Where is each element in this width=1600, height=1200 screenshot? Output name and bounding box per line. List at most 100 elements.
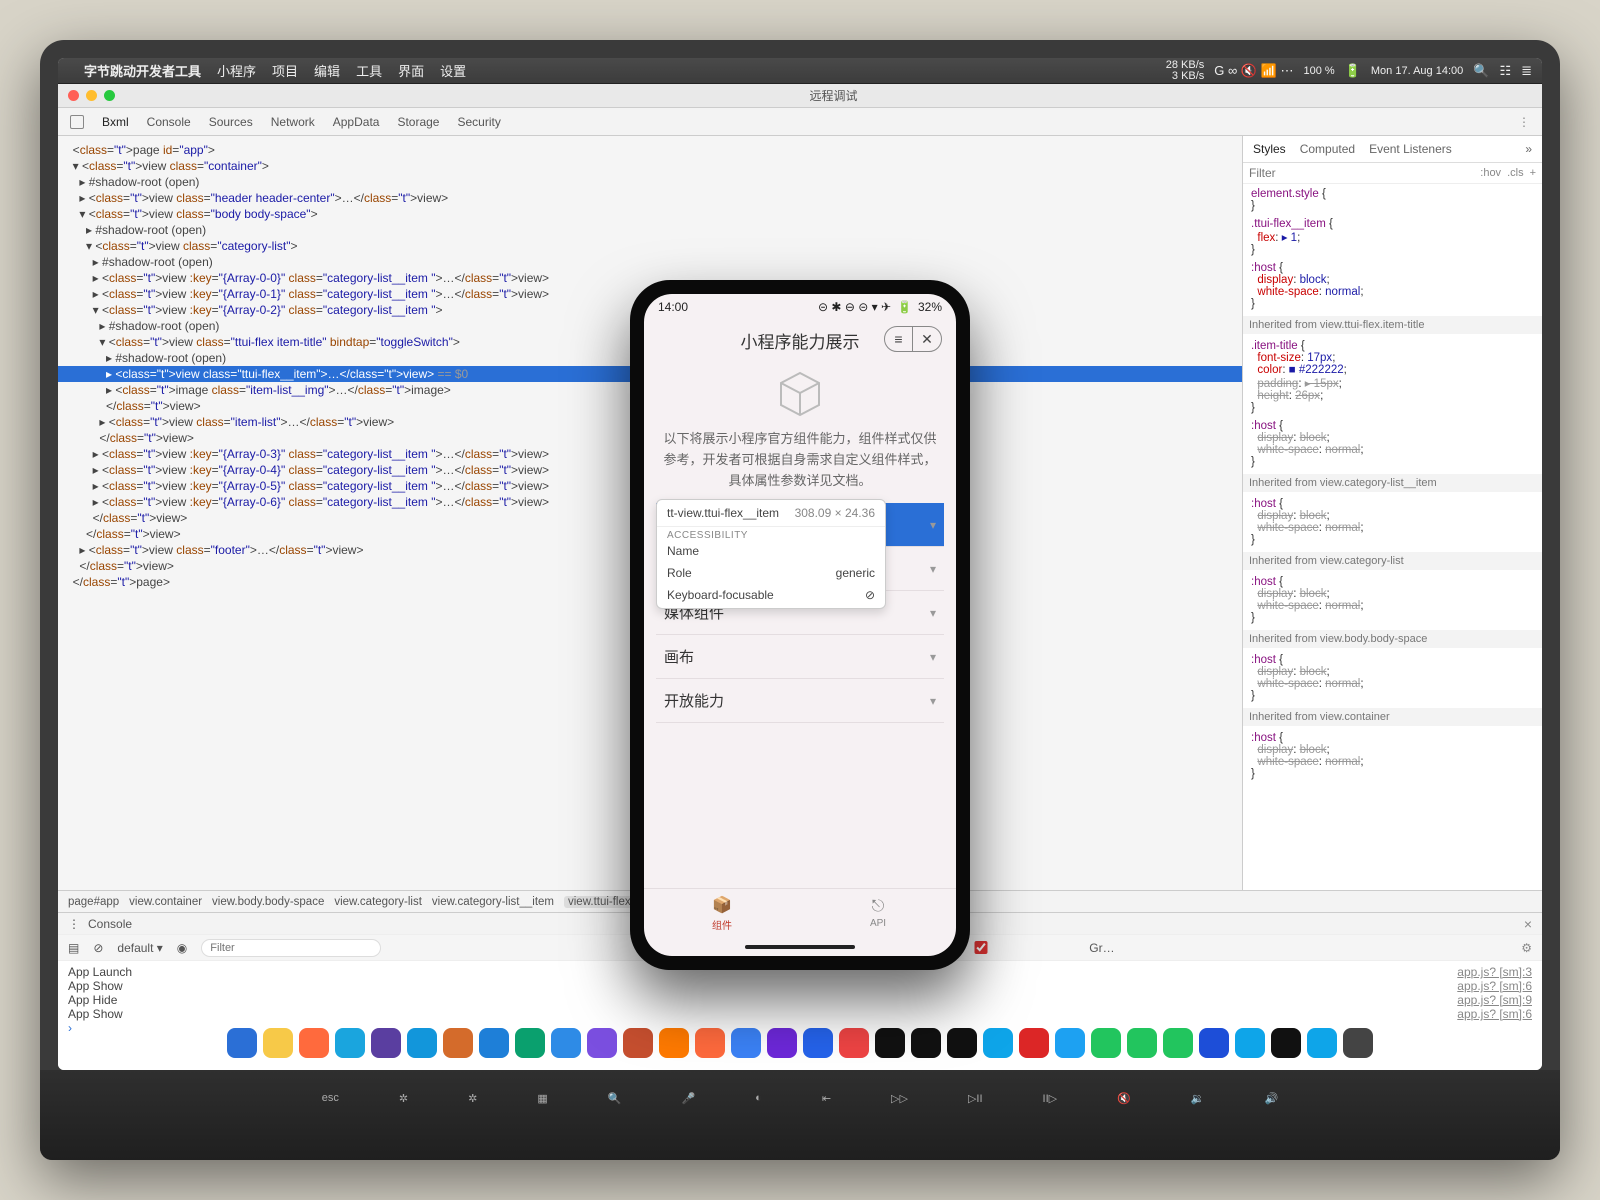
style-block[interactable]: :host { … display: block; white-space: n… xyxy=(1251,732,1534,780)
devtools-more-icon[interactable]: ⋮ xyxy=(1518,115,1530,129)
style-rules[interactable]: element.style { }.ttui-flex__item { … fl… xyxy=(1243,184,1542,890)
style-block[interactable]: :host { … display: block; white-space: n… xyxy=(1251,420,1534,468)
dom-line[interactable]: <class="t">page id="app"> xyxy=(58,142,1242,158)
dock-app-13[interactable] xyxy=(695,1028,725,1058)
devtools-tab-appdata[interactable]: AppData xyxy=(333,115,380,129)
devtools-tab-bxml[interactable]: Bxml xyxy=(102,115,129,129)
dock-app-26[interactable] xyxy=(1163,1028,1193,1058)
dock-app-8[interactable] xyxy=(515,1028,545,1058)
phone-capsule[interactable]: ≡ ✕ xyxy=(884,326,942,352)
dock-app-5[interactable] xyxy=(407,1028,437,1058)
console-sidebar-icon[interactable]: ▤ xyxy=(68,941,79,955)
console-close-icon[interactable]: × xyxy=(1524,916,1532,932)
side-more-icon[interactable]: » xyxy=(1525,142,1532,156)
menu-编辑[interactable]: 编辑 xyxy=(314,61,340,80)
style-block[interactable]: :host { … display: block; white-space: n… xyxy=(1251,654,1534,702)
dock-app-29[interactable] xyxy=(1271,1028,1301,1058)
cls-button[interactable]: .cls xyxy=(1507,167,1524,179)
add-rule-button[interactable]: + xyxy=(1530,167,1536,179)
console-row[interactable]: App Hideapp.js? [sm]:9 xyxy=(68,993,1532,1007)
traffic-lights[interactable] xyxy=(58,90,125,101)
style-block[interactable]: .ttui-flex__item { … flex: ▸ 1;} xyxy=(1251,218,1534,256)
dock-app-19[interactable] xyxy=(911,1028,941,1058)
dom-line[interactable]: ▾ <class="t">view class="container"> xyxy=(58,158,1242,174)
dock-app-27[interactable] xyxy=(1199,1028,1229,1058)
console-settings-icon[interactable]: ⚙ xyxy=(1521,941,1532,955)
dock-app-25[interactable] xyxy=(1127,1028,1157,1058)
dock-app-17[interactable] xyxy=(839,1028,869,1058)
dock-app-2[interactable] xyxy=(299,1028,329,1058)
dock-app-20[interactable] xyxy=(947,1028,977,1058)
style-block[interactable]: :host { … display: block; white-space: n… xyxy=(1251,262,1534,310)
style-block[interactable]: :host { … display: block; white-space: n… xyxy=(1251,576,1534,624)
console-row[interactable]: App Showapp.js? [sm]:6 xyxy=(68,979,1532,993)
phone-list-item[interactable]: 开放能力▾ xyxy=(656,679,944,723)
dock-app-22[interactable] xyxy=(1019,1028,1049,1058)
phone-tab-组件[interactable]: 📦组件 xyxy=(644,889,800,938)
dock-app-23[interactable] xyxy=(1055,1028,1085,1058)
breadcrumb[interactable]: view.category-list__item xyxy=(432,896,554,908)
breadcrumb[interactable]: page#app xyxy=(68,896,119,908)
breadcrumb[interactable]: view.category-list xyxy=(334,896,422,908)
capsule-menu-icon[interactable]: ≡ xyxy=(885,327,913,351)
console-drawer-toggle-icon[interactable]: ⋮ xyxy=(68,917,80,931)
dom-line[interactable]: ▾ <class="t">view class="body body-space… xyxy=(58,206,1242,222)
console-filter-input[interactable] xyxy=(201,939,381,957)
devtools-tab-storage[interactable]: Storage xyxy=(397,115,439,129)
dock-app-7[interactable] xyxy=(479,1028,509,1058)
dock-app-12[interactable] xyxy=(659,1028,689,1058)
control-center-icon[interactable]: ☷ xyxy=(1499,63,1511,79)
style-block[interactable]: .item-title { … font-size: 17px; color: … xyxy=(1251,340,1534,414)
menu-界面[interactable]: 界面 xyxy=(398,61,424,80)
dock-app-14[interactable] xyxy=(731,1028,761,1058)
dom-line[interactable]: ▸ <class="t">view :key="{Array-0-0}" cla… xyxy=(58,270,1242,286)
dock-app-10[interactable] xyxy=(587,1028,617,1058)
search-icon[interactable]: 🔍 xyxy=(1473,63,1489,79)
devtools-tab-sources[interactable]: Sources xyxy=(209,115,253,129)
capsule-close-icon[interactable]: ✕ xyxy=(913,327,941,351)
dom-line[interactable]: ▸ #shadow-root (open) xyxy=(58,174,1242,190)
menu-设置[interactable]: 设置 xyxy=(440,61,466,80)
menu-小程序[interactable]: 小程序 xyxy=(217,61,256,80)
side-tab-styles[interactable]: Styles xyxy=(1253,142,1286,156)
minimize-icon[interactable] xyxy=(86,90,97,101)
style-block[interactable]: :host { … display: block; white-space: n… xyxy=(1251,498,1534,546)
phone-tabbar[interactable]: 📦组件⎋API xyxy=(644,888,956,938)
dock-app-18[interactable] xyxy=(875,1028,905,1058)
dock-app-24[interactable] xyxy=(1091,1028,1121,1058)
dom-line[interactable]: ▸ #shadow-root (open) xyxy=(58,222,1242,238)
dock-app-0[interactable] xyxy=(227,1028,257,1058)
devtools-tab-network[interactable]: Network xyxy=(271,115,315,129)
mac-dock[interactable] xyxy=(217,1022,1383,1064)
side-tab-event-listeners[interactable]: Event Listeners xyxy=(1369,142,1452,156)
console-tab-label[interactable]: Console xyxy=(88,917,132,931)
breadcrumb[interactable]: view.container xyxy=(129,896,202,908)
dom-line[interactable]: ▸ #shadow-root (open) xyxy=(58,254,1242,270)
phone-home-indicator[interactable] xyxy=(644,938,956,956)
pseudo-hov-button[interactable]: :hov xyxy=(1480,167,1501,179)
dock-app-16[interactable] xyxy=(803,1028,833,1058)
dock-app-9[interactable] xyxy=(551,1028,581,1058)
devtools-tab-console[interactable]: Console xyxy=(147,115,191,129)
styles-filter-input[interactable] xyxy=(1249,166,1480,180)
dock-app-6[interactable] xyxy=(443,1028,473,1058)
devtools-tab-security[interactable]: Security xyxy=(457,115,500,129)
dock-app-11[interactable] xyxy=(623,1028,653,1058)
console-row[interactable]: App Showapp.js? [sm]:6 xyxy=(68,1007,1532,1021)
phone-category-list[interactable]: tt-view.ttui-flex__item 308.09 × 24.36 A… xyxy=(644,503,956,888)
side-tab-computed[interactable]: Computed xyxy=(1300,142,1355,156)
dom-line[interactable]: ▾ <class="t">view class="category-list"> xyxy=(58,238,1242,254)
dock-app-4[interactable] xyxy=(371,1028,401,1058)
dock-app-30[interactable] xyxy=(1307,1028,1337,1058)
console-context[interactable]: default ▾ xyxy=(117,941,162,955)
dom-line[interactable]: ▸ <class="t">view class="header header-c… xyxy=(58,190,1242,206)
inspect-icon[interactable] xyxy=(70,115,84,129)
console-live-icon[interactable]: ◉ xyxy=(177,941,187,955)
close-icon[interactable] xyxy=(68,90,79,101)
breadcrumb[interactable]: view.body.body-space xyxy=(212,896,324,908)
menu-icon[interactable]: ≣ xyxy=(1521,63,1532,79)
dock-app-15[interactable] xyxy=(767,1028,797,1058)
menu-工具[interactable]: 工具 xyxy=(356,61,382,80)
app-title[interactable]: 字节跳动开发者工具 xyxy=(84,61,201,80)
console-clear-icon[interactable]: ⊘ xyxy=(93,941,103,955)
